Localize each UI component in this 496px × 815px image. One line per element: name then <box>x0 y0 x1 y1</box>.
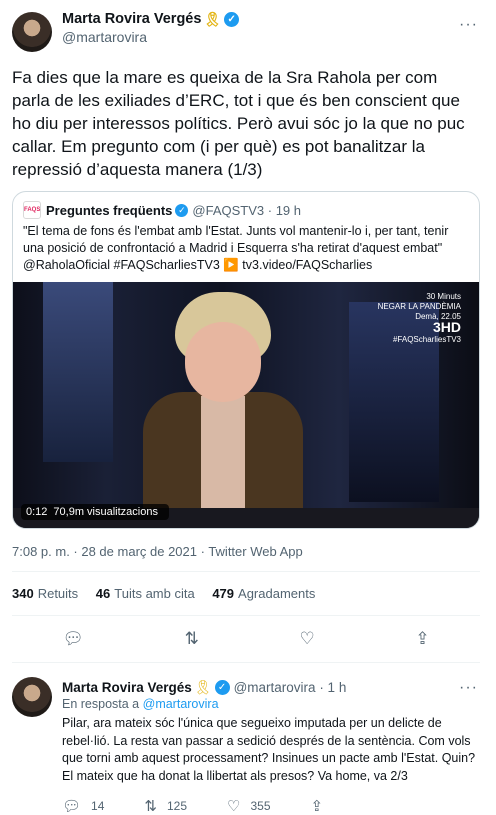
like-icon[interactable]: ♡ <box>299 629 314 649</box>
retweets-label: Retuits <box>37 586 79 601</box>
author-name-row: Marta Rovira Vergés 🎗 ✓ <box>62 10 240 28</box>
quoted-tweet-text: "El tema de fons és l'embat amb l'Estat.… <box>23 224 449 272</box>
main-tweet: Marta Rovira Vergés 🎗 ✓ @martarovira ···… <box>0 0 496 663</box>
reply-text: Pilar, ara mateix sóc l'única que seguei… <box>62 716 476 783</box>
overlay-line2: NEGAR LA PANDÈMIA <box>377 302 461 311</box>
retweets-count: 340 <box>12 586 34 601</box>
like-icon: ♡ <box>227 798 241 815</box>
replying-prefix: En resposta a <box>62 697 140 711</box>
reply-content: Marta Rovira Vergés 🎗 ✓ @martarovira · 1… <box>62 679 480 815</box>
tweet-timestamp[interactable]: 7:08 p. m. · 28 de març de 2021 · Twitte… <box>12 529 480 572</box>
yellow-ribbon-icon: 🎗 <box>203 11 222 27</box>
quoted-tweet[interactable]: FAQS Preguntes freqüents ✓ @FAQSTV3 · 19… <box>12 191 480 529</box>
share-action[interactable]: ⇪ <box>311 797 334 815</box>
video-info-badge: 0:12 70,9m visualitzacions <box>21 504 169 520</box>
reply-author-name[interactable]: Marta Rovira Vergés <box>62 680 192 695</box>
replying-to: En resposta a @martarovira <box>62 697 480 711</box>
faqs-logo: FAQS <box>23 201 41 219</box>
retweet-action[interactable]: ⇅ 125 <box>144 797 187 815</box>
likes-stat[interactable]: 479 Agradaments <box>212 586 315 601</box>
channel-overlay: 30 Minuts NEGAR LA PANDÈMIA Demà, 22.05 … <box>378 292 461 345</box>
speaker-figure <box>143 292 303 528</box>
reply-tweet[interactable]: ··· Marta Rovira Vergés 🎗 ✓ @martarovira… <box>0 663 496 815</box>
video-views: 70,9m visualitzacions <box>53 506 158 518</box>
speaker-face <box>185 322 261 402</box>
more-icon[interactable]: ··· <box>459 16 478 34</box>
reply-author-row: Marta Rovira Vergés 🎗 ✓ @martarovira · 1… <box>62 679 480 696</box>
quotes-label: Tuits amb cita <box>114 586 195 601</box>
tweet-stats: 340 Retuits 46 Tuits amb cita 479 Agradamen… <box>12 572 480 616</box>
quoted-tweet-header: FAQS Preguntes freqüents ✓ @FAQSTV3 · 19… <box>13 192 479 219</box>
quotes-count: 46 <box>95 586 111 601</box>
quoted-author-handle: @FAQSTV3 · 19 h <box>192 202 301 218</box>
tweet-text: Fa dies que la mare es queixa de la Sra … <box>12 68 465 179</box>
avatar[interactable] <box>12 12 52 52</box>
reply-icon[interactable]: 💬︎ <box>62 629 84 649</box>
likes-count: 479 <box>212 586 235 601</box>
studio-backdrop <box>43 282 113 462</box>
more-icon[interactable]: ··· <box>459 679 478 697</box>
share-icon[interactable]: ⇪ <box>415 629 429 649</box>
overlay-hashtag: #FAQScharliesTV3 <box>392 335 461 344</box>
likes-label: Agradaments <box>238 586 316 601</box>
reply-action[interactable]: 💬︎ 14 <box>62 797 104 815</box>
replying-to-link[interactable]: @martarovira <box>143 697 219 711</box>
verified-icon: ✓ <box>214 680 230 695</box>
quotes-stat[interactable]: 46 Tuits amb cita <box>96 586 195 601</box>
author-name[interactable]: Marta Rovira Vergés <box>62 10 201 28</box>
retweets-stat[interactable]: 340 Retuits <box>12 586 78 601</box>
yellow-ribbon-icon: 🎗 <box>193 679 212 695</box>
tweet-actions: 💬︎ ⇅ ♡ ⇪ <box>12 616 480 663</box>
avatar[interactable] <box>12 677 52 717</box>
video-time: 0:12 <box>26 506 48 518</box>
verified-icon: ✓ <box>175 203 189 217</box>
tweet-header: Marta Rovira Vergés 🎗 ✓ @martarovira <box>12 10 480 52</box>
quoted-author-name: Preguntes freqüents <box>46 202 173 218</box>
author-block: Marta Rovira Vergés 🎗 ✓ @martarovira <box>62 10 240 46</box>
verified-icon: ✓ <box>224 11 240 27</box>
reply-icon: 💬︎ <box>62 798 82 815</box>
overlay-line1: 30 Minuts <box>426 292 461 301</box>
author-handle[interactable]: @martarovira <box>62 28 239 46</box>
like-action[interactable]: ♡ 355 <box>227 797 270 815</box>
share-icon: ⇪ <box>310 798 324 815</box>
video-player[interactable]: 30 Minuts NEGAR LA PANDÈMIA Demà, 22.05 … <box>13 282 479 528</box>
reply-actions: 💬︎ 14 ⇅ 125 ♡ 355 ⇪ <box>62 797 480 815</box>
retweet-icon: ⇅ <box>144 798 157 815</box>
retweet-icon[interactable]: ⇅ <box>185 629 199 649</box>
reply-author-handle[interactable]: @martarovira · 1 h <box>234 680 347 695</box>
channel-logo: 3HD <box>432 319 461 335</box>
